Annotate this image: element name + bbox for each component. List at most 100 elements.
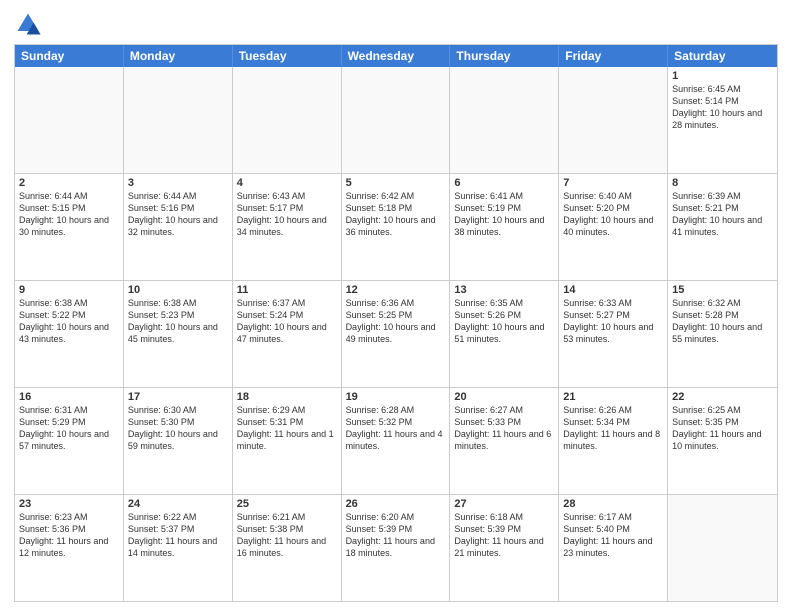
- day-number: 13: [454, 284, 554, 296]
- day-number: 21: [563, 391, 663, 403]
- day-cell: 20Sunrise: 6:27 AM Sunset: 5:33 PM Dayli…: [450, 388, 559, 494]
- day-number: 8: [672, 177, 773, 189]
- day-info: Sunrise: 6:32 AM Sunset: 5:28 PM Dayligh…: [672, 297, 773, 346]
- day-number: 17: [128, 391, 228, 403]
- day-info: Sunrise: 6:20 AM Sunset: 5:39 PM Dayligh…: [346, 511, 446, 560]
- day-number: 12: [346, 284, 446, 296]
- day-number: 11: [237, 284, 337, 296]
- day-number: 20: [454, 391, 554, 403]
- day-cell: 2Sunrise: 6:44 AM Sunset: 5:15 PM Daylig…: [15, 174, 124, 280]
- calendar: SundayMondayTuesdayWednesdayThursdayFrid…: [14, 44, 778, 602]
- day-info: Sunrise: 6:18 AM Sunset: 5:39 PM Dayligh…: [454, 511, 554, 560]
- day-info: Sunrise: 6:23 AM Sunset: 5:36 PM Dayligh…: [19, 511, 119, 560]
- day-cell: 15Sunrise: 6:32 AM Sunset: 5:28 PM Dayli…: [668, 281, 777, 387]
- day-info: Sunrise: 6:21 AM Sunset: 5:38 PM Dayligh…: [237, 511, 337, 560]
- day-number: 6: [454, 177, 554, 189]
- day-cell: 1Sunrise: 6:45 AM Sunset: 5:14 PM Daylig…: [668, 67, 777, 173]
- day-number: 25: [237, 498, 337, 510]
- day-info: Sunrise: 6:35 AM Sunset: 5:26 PM Dayligh…: [454, 297, 554, 346]
- day-cell: 8Sunrise: 6:39 AM Sunset: 5:21 PM Daylig…: [668, 174, 777, 280]
- day-cell: [668, 495, 777, 601]
- day-info: Sunrise: 6:44 AM Sunset: 5:15 PM Dayligh…: [19, 190, 119, 239]
- day-cell: 19Sunrise: 6:28 AM Sunset: 5:32 PM Dayli…: [342, 388, 451, 494]
- day-cell: 25Sunrise: 6:21 AM Sunset: 5:38 PM Dayli…: [233, 495, 342, 601]
- day-info: Sunrise: 6:43 AM Sunset: 5:17 PM Dayligh…: [237, 190, 337, 239]
- day-cell: 4Sunrise: 6:43 AM Sunset: 5:17 PM Daylig…: [233, 174, 342, 280]
- day-cell: 5Sunrise: 6:42 AM Sunset: 5:18 PM Daylig…: [342, 174, 451, 280]
- day-cell: 11Sunrise: 6:37 AM Sunset: 5:24 PM Dayli…: [233, 281, 342, 387]
- day-cell: 18Sunrise: 6:29 AM Sunset: 5:31 PM Dayli…: [233, 388, 342, 494]
- day-cell: [450, 67, 559, 173]
- day-number: 5: [346, 177, 446, 189]
- day-cell: 10Sunrise: 6:38 AM Sunset: 5:23 PM Dayli…: [124, 281, 233, 387]
- day-info: Sunrise: 6:39 AM Sunset: 5:21 PM Dayligh…: [672, 190, 773, 239]
- day-info: Sunrise: 6:40 AM Sunset: 5:20 PM Dayligh…: [563, 190, 663, 239]
- day-cell: 23Sunrise: 6:23 AM Sunset: 5:36 PM Dayli…: [15, 495, 124, 601]
- day-info: Sunrise: 6:41 AM Sunset: 5:19 PM Dayligh…: [454, 190, 554, 239]
- day-cell: 24Sunrise: 6:22 AM Sunset: 5:37 PM Dayli…: [124, 495, 233, 601]
- page: SundayMondayTuesdayWednesdayThursdayFrid…: [0, 0, 792, 612]
- day-header: Friday: [559, 45, 668, 67]
- day-number: 9: [19, 284, 119, 296]
- day-number: 19: [346, 391, 446, 403]
- day-number: 18: [237, 391, 337, 403]
- day-number: 14: [563, 284, 663, 296]
- day-cell: 26Sunrise: 6:20 AM Sunset: 5:39 PM Dayli…: [342, 495, 451, 601]
- day-info: Sunrise: 6:33 AM Sunset: 5:27 PM Dayligh…: [563, 297, 663, 346]
- day-cell: [124, 67, 233, 173]
- day-number: 28: [563, 498, 663, 510]
- day-cell: 12Sunrise: 6:36 AM Sunset: 5:25 PM Dayli…: [342, 281, 451, 387]
- day-number: 7: [563, 177, 663, 189]
- day-cell: 17Sunrise: 6:30 AM Sunset: 5:30 PM Dayli…: [124, 388, 233, 494]
- day-number: 1: [672, 70, 773, 82]
- day-number: 22: [672, 391, 773, 403]
- day-cell: 27Sunrise: 6:18 AM Sunset: 5:39 PM Dayli…: [450, 495, 559, 601]
- day-number: 15: [672, 284, 773, 296]
- day-info: Sunrise: 6:36 AM Sunset: 5:25 PM Dayligh…: [346, 297, 446, 346]
- day-number: 3: [128, 177, 228, 189]
- day-number: 16: [19, 391, 119, 403]
- day-cell: 13Sunrise: 6:35 AM Sunset: 5:26 PM Dayli…: [450, 281, 559, 387]
- day-cell: [559, 67, 668, 173]
- day-info: Sunrise: 6:44 AM Sunset: 5:16 PM Dayligh…: [128, 190, 228, 239]
- day-header: Thursday: [450, 45, 559, 67]
- day-info: Sunrise: 6:26 AM Sunset: 5:34 PM Dayligh…: [563, 404, 663, 453]
- day-number: 23: [19, 498, 119, 510]
- week-row: 9Sunrise: 6:38 AM Sunset: 5:22 PM Daylig…: [15, 280, 777, 387]
- day-header: Wednesday: [342, 45, 451, 67]
- day-info: Sunrise: 6:30 AM Sunset: 5:30 PM Dayligh…: [128, 404, 228, 453]
- weeks: 1Sunrise: 6:45 AM Sunset: 5:14 PM Daylig…: [15, 67, 777, 601]
- logo: [14, 10, 44, 38]
- header: [14, 10, 778, 38]
- day-info: Sunrise: 6:45 AM Sunset: 5:14 PM Dayligh…: [672, 83, 773, 132]
- day-cell: 21Sunrise: 6:26 AM Sunset: 5:34 PM Dayli…: [559, 388, 668, 494]
- week-row: 1Sunrise: 6:45 AM Sunset: 5:14 PM Daylig…: [15, 67, 777, 173]
- day-info: Sunrise: 6:38 AM Sunset: 5:23 PM Dayligh…: [128, 297, 228, 346]
- day-headers: SundayMondayTuesdayWednesdayThursdayFrid…: [15, 45, 777, 67]
- day-cell: [233, 67, 342, 173]
- week-row: 16Sunrise: 6:31 AM Sunset: 5:29 PM Dayli…: [15, 387, 777, 494]
- day-cell: 9Sunrise: 6:38 AM Sunset: 5:22 PM Daylig…: [15, 281, 124, 387]
- day-number: 27: [454, 498, 554, 510]
- day-cell: 22Sunrise: 6:25 AM Sunset: 5:35 PM Dayli…: [668, 388, 777, 494]
- week-row: 2Sunrise: 6:44 AM Sunset: 5:15 PM Daylig…: [15, 173, 777, 280]
- day-number: 24: [128, 498, 228, 510]
- day-number: 2: [19, 177, 119, 189]
- day-info: Sunrise: 6:42 AM Sunset: 5:18 PM Dayligh…: [346, 190, 446, 239]
- day-cell: 16Sunrise: 6:31 AM Sunset: 5:29 PM Dayli…: [15, 388, 124, 494]
- day-header: Sunday: [15, 45, 124, 67]
- day-cell: [342, 67, 451, 173]
- day-cell: 28Sunrise: 6:17 AM Sunset: 5:40 PM Dayli…: [559, 495, 668, 601]
- day-cell: 14Sunrise: 6:33 AM Sunset: 5:27 PM Dayli…: [559, 281, 668, 387]
- logo-icon: [14, 10, 42, 38]
- day-info: Sunrise: 6:17 AM Sunset: 5:40 PM Dayligh…: [563, 511, 663, 560]
- week-row: 23Sunrise: 6:23 AM Sunset: 5:36 PM Dayli…: [15, 494, 777, 601]
- day-number: 10: [128, 284, 228, 296]
- day-info: Sunrise: 6:27 AM Sunset: 5:33 PM Dayligh…: [454, 404, 554, 453]
- day-header: Tuesday: [233, 45, 342, 67]
- day-info: Sunrise: 6:22 AM Sunset: 5:37 PM Dayligh…: [128, 511, 228, 560]
- day-info: Sunrise: 6:38 AM Sunset: 5:22 PM Dayligh…: [19, 297, 119, 346]
- day-cell: 6Sunrise: 6:41 AM Sunset: 5:19 PM Daylig…: [450, 174, 559, 280]
- day-header: Saturday: [668, 45, 777, 67]
- day-info: Sunrise: 6:37 AM Sunset: 5:24 PM Dayligh…: [237, 297, 337, 346]
